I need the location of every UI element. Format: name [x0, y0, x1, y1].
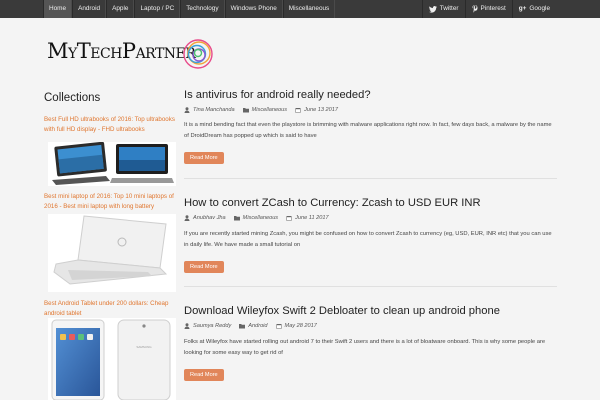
- social-links: Twitter Pinterest g+ Google: [421, 0, 556, 18]
- read-more-button[interactable]: Read More: [184, 152, 224, 164]
- nav-item-miscellaneous[interactable]: Miscellaneous: [282, 0, 336, 18]
- post-title[interactable]: Is antivirus for android really needed?: [184, 89, 557, 101]
- nav-item-android[interactable]: Android: [72, 0, 107, 18]
- logo-swirl-icon: [183, 39, 213, 69]
- nav-item-windows-phone[interactable]: Windows Phone: [224, 0, 283, 18]
- folder-icon: [239, 324, 246, 329]
- post-category[interactable]: Miscellaneous: [252, 107, 287, 113]
- google-plus-icon: g+: [518, 5, 527, 12]
- read-more-button[interactable]: Read More: [184, 261, 224, 273]
- collection-image-tablets[interactable]: SAMSUNG: [48, 318, 176, 400]
- collection-link-1[interactable]: Best Full HD ultrabooks of 2016: Top ult…: [44, 115, 180, 134]
- post-excerpt: Folks at Wileyfox have started rolling o…: [184, 339, 546, 356]
- nav-item-technology[interactable]: Technology: [180, 0, 225, 18]
- folder-icon: [233, 216, 240, 221]
- user-icon: [184, 215, 190, 221]
- twitter-label: Twitter: [439, 5, 459, 12]
- twitter-icon: [428, 5, 437, 13]
- post-author[interactable]: Tina Manchanda: [193, 107, 235, 113]
- post-divider: [184, 178, 557, 179]
- nav-item-home[interactable]: Home: [43, 0, 73, 18]
- nav-item-apple[interactable]: Apple: [106, 0, 135, 18]
- post-meta: Tina Manchanda Miscellaneous June 13 201…: [184, 107, 557, 113]
- post-author[interactable]: Anubhav Jha: [193, 215, 226, 221]
- post-title[interactable]: Download Wileyfox Swift 2 Debloater to c…: [184, 305, 557, 317]
- calendar-icon: [295, 108, 301, 113]
- calendar-icon: [286, 216, 292, 221]
- main-menu: Home Android Apple Laptop / PC Technolog…: [43, 0, 336, 18]
- svg-text:SAMSUNG: SAMSUNG: [136, 345, 152, 349]
- collection-link-3[interactable]: Best Android Tablet under 200 dollars: C…: [44, 299, 180, 318]
- google-label: Google: [529, 5, 550, 12]
- post-excerpt: If you are recently started mining Zcash…: [184, 231, 552, 248]
- calendar-icon: [276, 324, 282, 329]
- twitter-link[interactable]: Twitter: [421, 0, 465, 18]
- post-date: June 13 2017: [304, 107, 338, 113]
- post-divider: [184, 286, 557, 287]
- post-date: June 11 2017: [295, 215, 329, 221]
- read-more-button[interactable]: Read More: [184, 369, 224, 381]
- post-3: Download Wileyfox Swift 2 Debloater to c…: [184, 305, 557, 381]
- collection-image-ultrabooks[interactable]: [48, 142, 176, 186]
- site-logo[interactable]: MYTECHPARTNER: [47, 37, 217, 77]
- post-meta: Saumya Reddy Android May 28 2017: [184, 323, 557, 329]
- top-nav-bar: Home Android Apple Laptop / PC Technolog…: [0, 0, 600, 18]
- post-2: How to convert ZCash to Currency: Zcash …: [184, 197, 557, 273]
- sidebar: Collections: [44, 92, 174, 104]
- post-title[interactable]: How to convert ZCash to Currency: Zcash …: [184, 197, 557, 209]
- nav-item-laptop-pc[interactable]: Laptop / PC: [134, 0, 181, 18]
- post-category[interactable]: Miscellaneous: [243, 215, 278, 221]
- post-excerpt: It is a mind bending fact that even the …: [184, 122, 552, 139]
- post-date: May 28 2017: [284, 323, 317, 329]
- post-meta: Anubhav Jha Miscellaneous June 11 2017: [184, 215, 557, 221]
- sidebar-title: Collections: [44, 92, 101, 104]
- post-1: Is antivirus for android really needed? …: [184, 89, 557, 164]
- collection-image-mini-laptop[interactable]: [48, 214, 176, 292]
- user-icon: [184, 323, 190, 329]
- pinterest-icon: [472, 5, 478, 13]
- post-author[interactable]: Saumya Reddy: [193, 323, 231, 329]
- folder-icon: [242, 108, 249, 113]
- collection-link-2[interactable]: Best mini laptop of 2016: Top 10 mini la…: [44, 192, 180, 211]
- pinterest-link[interactable]: Pinterest: [464, 0, 512, 18]
- user-icon: [184, 107, 190, 113]
- logo-text: MYTECHPARTNER: [47, 39, 196, 63]
- post-category[interactable]: Android: [248, 323, 267, 329]
- pinterest-label: Pinterest: [480, 5, 506, 12]
- google-link[interactable]: g+ Google: [511, 0, 556, 18]
